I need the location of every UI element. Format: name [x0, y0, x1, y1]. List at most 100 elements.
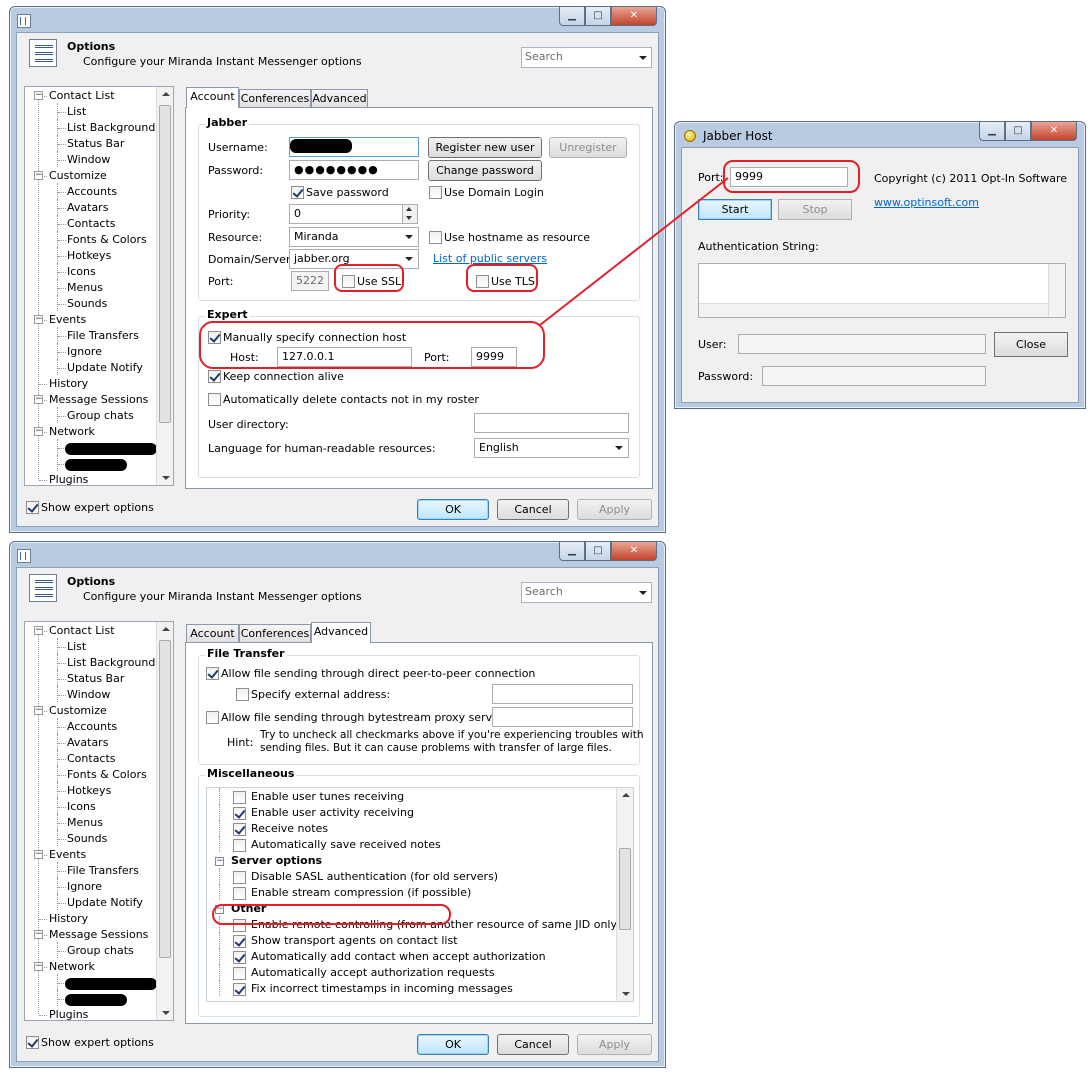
misc-checkbox[interactable] [233, 967, 246, 980]
tree-item[interactable]: Sounds [67, 832, 107, 846]
bytestream-checkbox[interactable] [206, 711, 219, 724]
misc-scroll-down-icon[interactable] [622, 992, 630, 996]
tree-item[interactable]: Contacts [67, 752, 116, 766]
tree-item[interactable]: Group chats [67, 944, 134, 958]
options-title: Options [67, 575, 116, 588]
tree-collapse-icon[interactable]: − [34, 850, 43, 859]
search-input[interactable]: Search [521, 582, 652, 603]
misc-tree-line [219, 980, 220, 996]
external-address-field[interactable] [492, 684, 633, 704]
tab-conferences[interactable]: Conferences [239, 624, 311, 643]
tab-account[interactable]: Account [186, 624, 239, 643]
tree-collapse-icon[interactable]: − [34, 706, 43, 715]
misc-item-label: Receive notes [251, 822, 329, 835]
scroll-down-icon[interactable] [162, 1011, 170, 1015]
tree-item[interactable]: Ignore [67, 880, 102, 894]
cancel-button[interactable]: Cancel [497, 1034, 569, 1055]
file-transfer-title: File Transfer [205, 647, 287, 660]
misc-checkbox[interactable] [233, 839, 246, 852]
hint-label: Hint: [227, 736, 254, 749]
misc-checkbox[interactable] [233, 871, 246, 884]
misc-checkbox[interactable] [233, 791, 246, 804]
tree-sub-line [57, 830, 58, 846]
tree-sub-line [57, 734, 58, 750]
misc-checkbox[interactable] [233, 983, 246, 996]
misc-item-label: Automatically add contact when accept au… [251, 950, 546, 963]
show-expert-checkbox[interactable] [26, 1036, 39, 1049]
misc-checkbox[interactable] [233, 951, 246, 964]
tree-sub-line [57, 814, 58, 830]
tree-item[interactable]: History [49, 912, 88, 926]
tree-item[interactable]: Contact List [49, 624, 115, 638]
tree-sub-line [57, 990, 58, 1006]
close-button[interactable]: ✕ [611, 542, 657, 561]
p2p-label: Allow file sending through direct peer-t… [221, 667, 536, 680]
tree-item[interactable]: Status Bar [67, 672, 124, 686]
maximize-button[interactable]: □ [585, 542, 611, 561]
misc-tree-line [219, 868, 220, 884]
tree-item[interactable]: Menus [67, 816, 103, 830]
misc-scroll-thumb[interactable] [619, 848, 631, 930]
tree-connector [58, 727, 66, 728]
tree-item[interactable]: Events [49, 848, 86, 862]
misc-checkbox[interactable] [233, 823, 246, 836]
tree-connector [58, 663, 66, 664]
tree-sub-line [57, 766, 58, 782]
tree-collapse-icon[interactable]: − [34, 930, 43, 939]
misc-collapse-icon[interactable]: − [215, 857, 224, 866]
tree-connector [58, 679, 66, 680]
misc-tree-line [219, 788, 220, 804]
tree-connector [39, 1015, 47, 1016]
apply-button[interactable]: Apply [577, 1034, 652, 1055]
tree-item[interactable]: Update Notify [67, 896, 143, 910]
minimize-button[interactable]: ▁ [559, 542, 585, 561]
scroll-up-icon[interactable] [162, 627, 170, 631]
external-address-label: Specify external address: [251, 688, 391, 701]
ok-button[interactable]: OK [417, 1034, 489, 1055]
tree-item[interactable]: Accounts [67, 720, 117, 734]
tree-line [38, 634, 39, 1014]
p2p-checkbox[interactable] [206, 667, 219, 680]
tree-scrollbar[interactable] [156, 622, 173, 1020]
tree-sub-line [57, 894, 58, 910]
misc-item-label: Show transport agents on contact list [251, 934, 458, 947]
tree-item[interactable]: List Background [67, 656, 155, 670]
tree-item[interactable]: File Transfers [67, 864, 139, 878]
tree-collapse-icon[interactable]: − [34, 962, 43, 971]
tree-sub-line [57, 782, 58, 798]
tree-connector [58, 807, 66, 808]
tree-sub-line [57, 670, 58, 686]
tree-item[interactable]: Avatars [67, 736, 108, 750]
misc-list[interactable]: Enable user tunes receiving Enable user a… [206, 787, 634, 1002]
scroll-thumb[interactable] [159, 640, 171, 958]
tree-connector [58, 839, 66, 840]
tree-item[interactable]: Window [67, 688, 110, 702]
tree-connector [58, 823, 66, 824]
misc-scroll-up-icon[interactable] [622, 793, 630, 797]
misc-checkbox[interactable] [233, 807, 246, 820]
tree-item[interactable]: Network [49, 960, 95, 974]
tree-item[interactable]: Plugins [49, 1008, 88, 1020]
misc-scrollbar[interactable] [616, 788, 633, 1001]
tree-connector [58, 775, 66, 776]
tree-item[interactable]: Customize [49, 704, 107, 718]
options-tree[interactable]: − Contact List List List Background Status B… [24, 621, 174, 1021]
tree-collapse-icon[interactable]: − [34, 626, 43, 635]
misc-tree-line [219, 836, 220, 852]
misc-checkbox[interactable] [233, 887, 246, 900]
external-address-checkbox[interactable] [236, 688, 249, 701]
tree-item[interactable]: Icons [67, 800, 96, 814]
connector-line-stroke [539, 177, 729, 326]
tab-advanced[interactable]: Advanced [311, 622, 371, 643]
tree-item[interactable]: Message Sessions [49, 928, 148, 942]
tree-sub-line [57, 862, 58, 878]
highlight-stream-compression [212, 904, 451, 925]
tree-connector [58, 695, 66, 696]
bytestream-field[interactable] [492, 707, 633, 727]
tree-item[interactable]: Fonts & Colors [67, 768, 147, 782]
tab-page-advanced: File Transfer Allow file sending through… [185, 642, 653, 1024]
app-icon [17, 549, 31, 563]
misc-checkbox[interactable] [233, 935, 246, 948]
tree-item[interactable]: List [67, 640, 86, 654]
tree-item[interactable]: Hotkeys [67, 784, 111, 798]
